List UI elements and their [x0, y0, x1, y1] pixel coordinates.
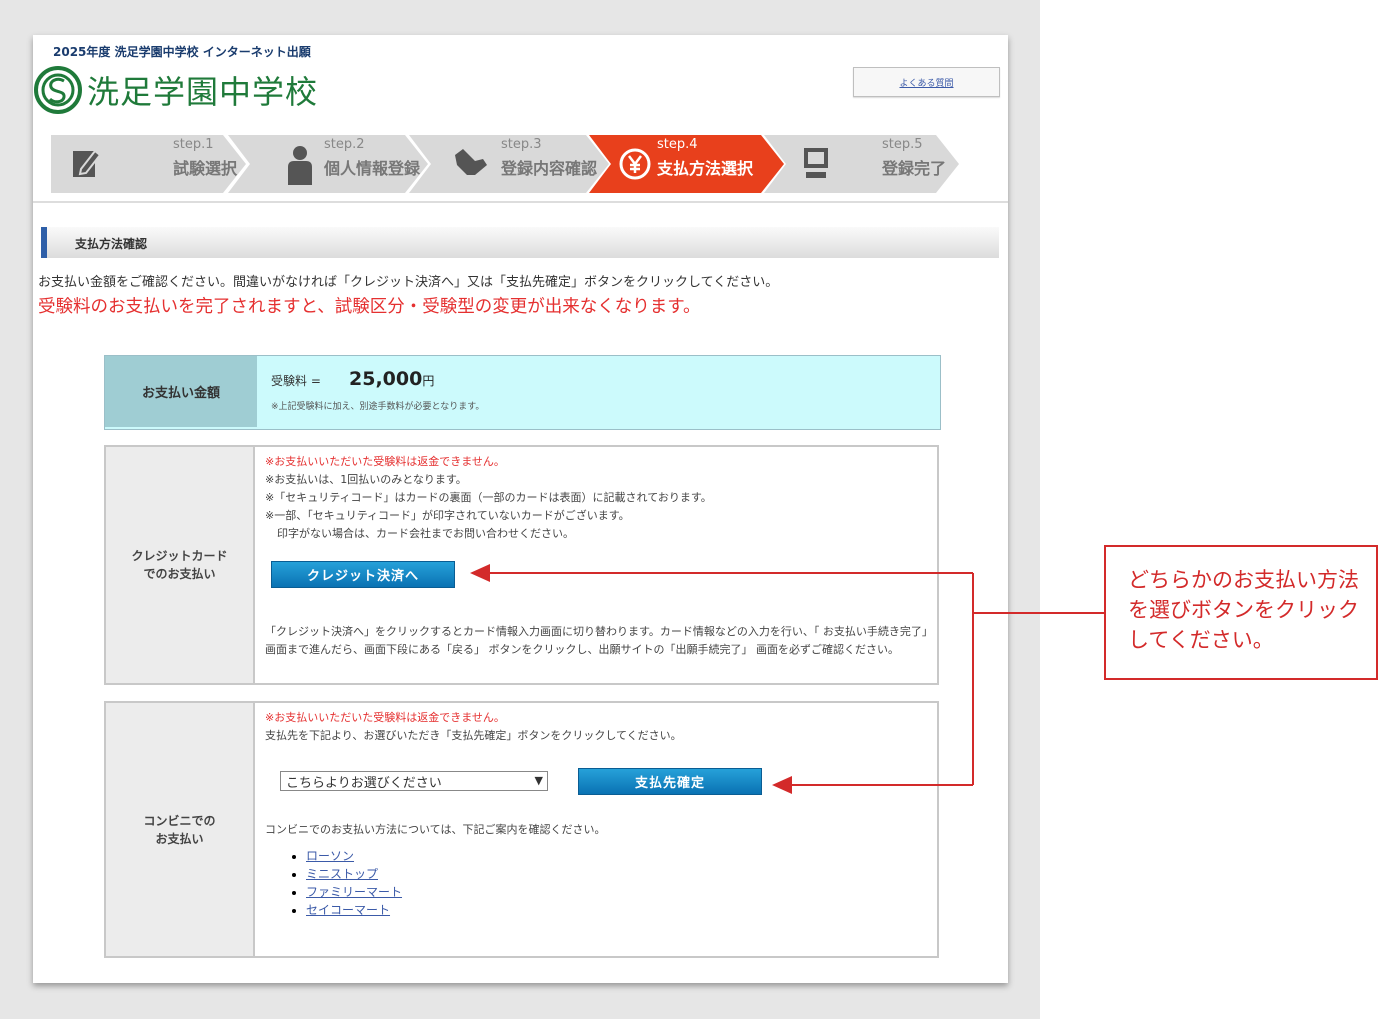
credit-label-line1: クレジットカード	[131, 549, 228, 563]
school-logo: 洗足学園中学校	[33, 65, 318, 115]
convenience-label-line1: コンビニでの	[143, 813, 216, 828]
credit-security-note: ※「セキュリティコード」はカードの裏面（一部のカードは表面）に記載されております…	[265, 491, 712, 504]
step-2-number: step.2	[324, 137, 365, 152]
step-5-number: step.5	[882, 137, 923, 152]
progress-steps: step.1 試験選択 step.2 個人情報登録 step.3 登録内容確認	[51, 135, 981, 193]
step-2: step.2 個人情報登録	[228, 135, 428, 193]
convenience-guide: コンビニでのお支払い方法については、下記ご案内を確認ください。	[265, 823, 606, 836]
step-4-number: step.4	[657, 137, 698, 152]
convenience-refund-note: ※お支払いいただいた受験料は返金できません。	[265, 711, 505, 724]
intro-text: お支払い金額をご確認ください。間違いがなければ「クレジット決済へ」又は「支払先確…	[38, 275, 779, 290]
step-3: step.3 登録内容確認	[409, 135, 609, 193]
hand-icon	[455, 149, 487, 175]
store-link-lawson[interactable]: ローソン	[306, 849, 354, 863]
credit-card-panel: クレジットカード でのお支払い ※お支払いいただいた受験料は返金できません。 ※お…	[104, 445, 939, 685]
instruction-callout: どちらかのお支払い方法を選びボタンをクリックしてください。	[1104, 545, 1378, 680]
confirm-store-button[interactable]: 支払先確定	[578, 768, 762, 795]
fee-unit: 円	[422, 374, 435, 388]
step-1: step.1 試験選択	[51, 135, 246, 193]
school-emblem-icon	[34, 66, 82, 114]
convenience-label: コンビニでの お支払い	[106, 703, 255, 956]
credit-card-notes: ※お支払いいただいた受験料は返金できません。 ※お支払いは、1回払いのみとなりま…	[265, 453, 929, 543]
amount-label: お支払い金額	[105, 356, 257, 427]
person-icon	[288, 146, 312, 185]
store-select[interactable]: こちらよりお選びください ▼	[280, 771, 548, 791]
credit-once-note: ※お支払いは、1回払いのみとなります。	[265, 473, 467, 486]
step-5-label: 登録完了	[882, 159, 947, 178]
credit-description: 「クレジット決済へ」をクリックするとカード情報入力画面に切り替わります。カード情…	[265, 625, 928, 656]
amount-panel: お支払い金額 受験料 = 25,000円 ※上記受験料に加え、別途手数料が必要と…	[104, 355, 941, 430]
section-title: 支払方法確認	[75, 237, 148, 251]
fee-note: ※上記受験料に加え、別途手数料が必要となります。	[271, 402, 485, 412]
monitor-icon	[804, 148, 828, 178]
fee-label: 受験料 =	[271, 374, 321, 388]
chevron-down-icon: ▼	[534, 774, 543, 787]
step-3-number: step.3	[501, 137, 542, 152]
credit-label-line2: でのお支払い	[143, 567, 216, 581]
credit-partial-note: ※一部、「セキュリティコード」が印字されていないカードがございます。	[265, 509, 630, 522]
step-4: step.4 支払方法選択	[589, 135, 784, 193]
step-4-label: 支払方法選択	[657, 159, 754, 178]
yen-icon	[619, 148, 651, 180]
fee-value: 25,000	[349, 368, 423, 390]
store-link-familymart[interactable]: ファミリーマート	[306, 885, 402, 899]
fee-amount: 25,000円	[349, 368, 434, 390]
exam-title: 2025年度 洗足学園中学校 インターネット出願	[53, 45, 311, 59]
convenience-notes: ※お支払いいただいた受験料は返金できません。 支払先を下記より、お選びいただき「…	[265, 709, 929, 745]
header-divider	[33, 201, 1008, 203]
store-link-seicomart[interactable]: セイコーマート	[306, 903, 390, 917]
store-list-item: ファミリーマート	[306, 883, 402, 901]
store-list-item: ミニストップ	[306, 865, 402, 883]
step-1-number: step.1	[173, 137, 214, 152]
credit-card-label: クレジットカード でのお支払い	[106, 447, 255, 683]
pen-icon	[73, 149, 101, 177]
credit-contact-note: 印字がない場合は、カード会社までお問い合わせください。	[277, 527, 574, 540]
store-list-item: ローソン	[306, 847, 402, 865]
convenience-panel: コンビニでの お支払い ※お支払いいただいた受験料は返金できません。 支払先を下記…	[104, 701, 939, 958]
store-list: ローソン ミニストップ ファミリーマート セイコーマート	[286, 847, 402, 919]
step-3-label: 登録内容確認	[501, 159, 598, 178]
school-name: 洗足学園中学校	[87, 73, 319, 111]
convenience-select-note: 支払先を下記より、お選びいただき「支払先確定」ボタンをクリックしてください。	[265, 729, 682, 742]
application-window: 2025年度 洗足学園中学校 インターネット出願 洗足学園中学校 よくある質問 …	[33, 35, 1008, 983]
convenience-label-line2: お支払い	[155, 831, 204, 846]
step-2-label: 個人情報登録	[324, 159, 421, 178]
store-select-value: こちらよりお選びください	[286, 775, 442, 791]
step-5: step.5 登録完了	[764, 135, 959, 193]
credit-payment-button[interactable]: クレジット決済へ	[271, 561, 455, 588]
warning-text: 受験料のお支払いを完了されますと、試験区分・受験型の変更が出来なくなります。	[38, 297, 701, 317]
section-header: 支払方法確認	[41, 227, 999, 258]
store-link-ministop[interactable]: ミニストップ	[306, 867, 378, 881]
store-list-item: セイコーマート	[306, 901, 402, 919]
faq-link[interactable]: よくある質問	[853, 67, 1000, 97]
credit-refund-note: ※お支払いいただいた受験料は返金できません。	[265, 455, 505, 468]
